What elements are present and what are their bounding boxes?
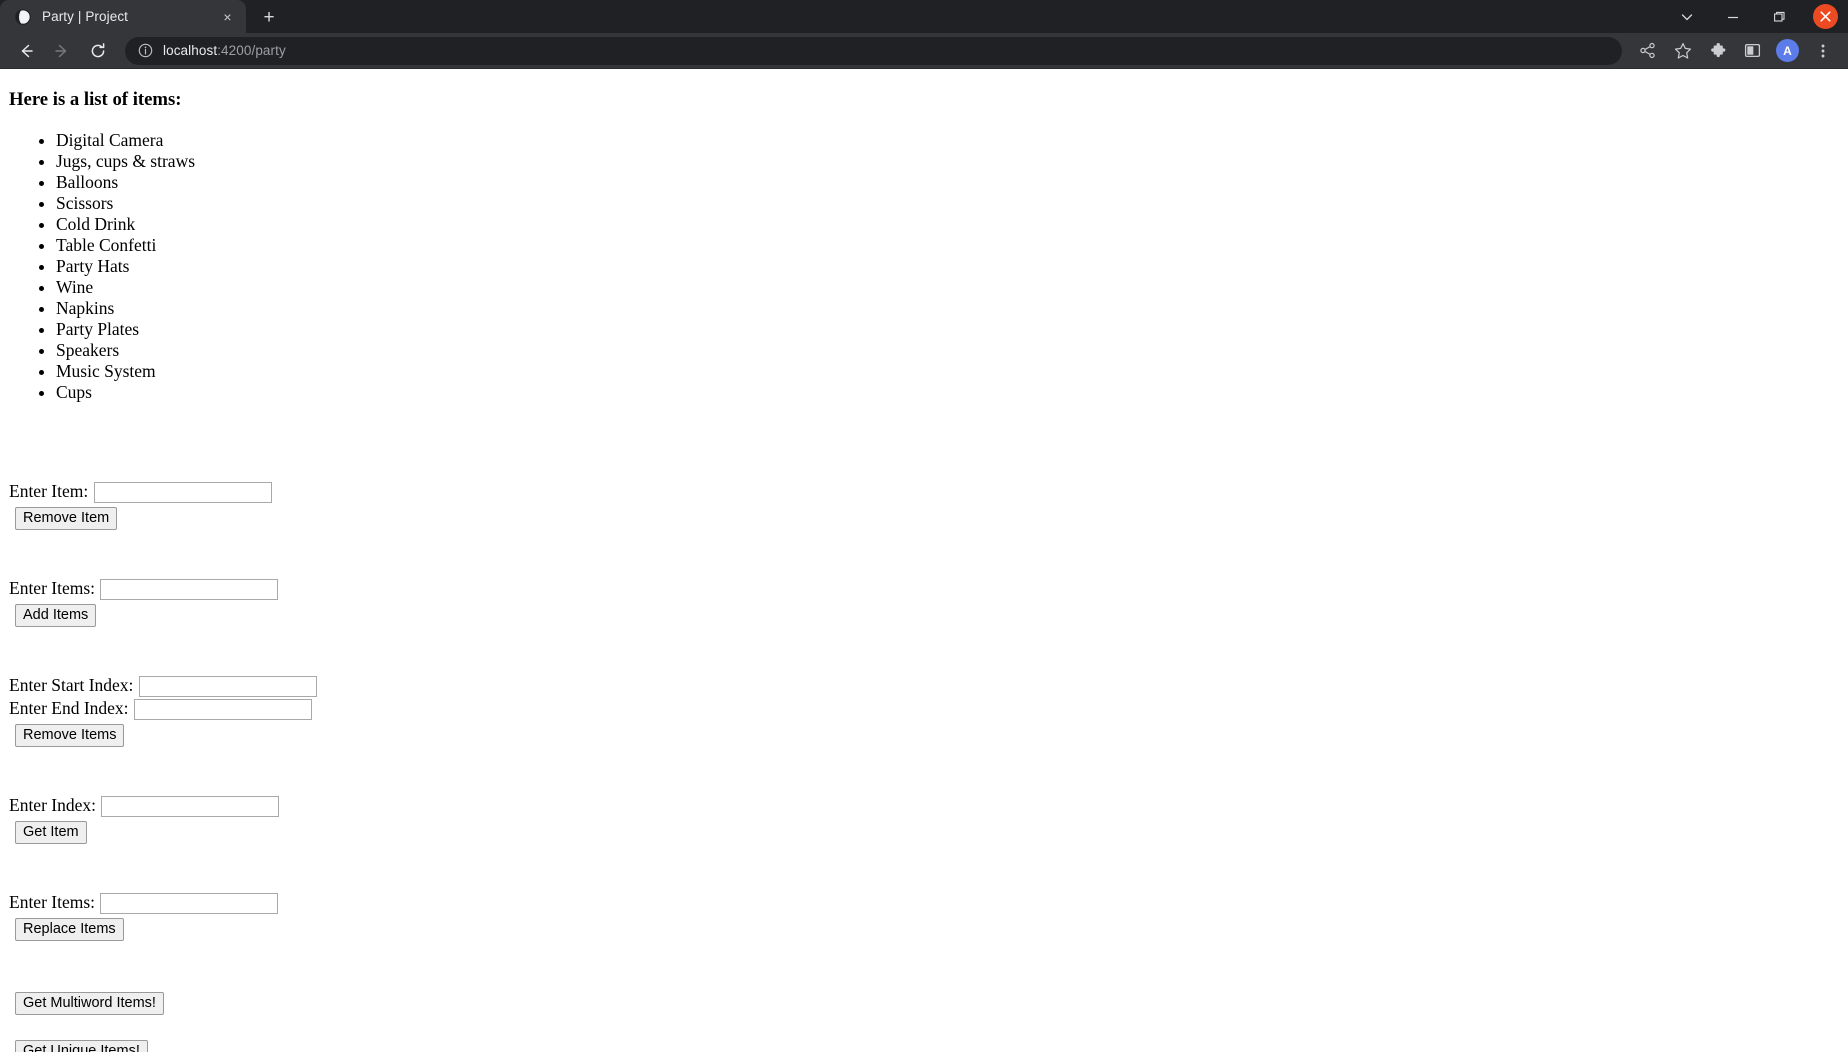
list-item: Wine: [56, 277, 1839, 298]
add-items-button[interactable]: Add Items: [15, 603, 97, 627]
globe-icon: [14, 8, 31, 25]
start-index-label: Enter Start Index:: [9, 674, 134, 695]
side-panel-icon[interactable]: [1737, 35, 1768, 66]
site-info-icon[interactable]: [137, 43, 153, 59]
list-item: Party Hats: [56, 256, 1839, 277]
list-item: Speakers: [56, 340, 1839, 361]
replace-items-label: Enter Items:: [9, 891, 96, 912]
get-item-input[interactable]: [101, 795, 280, 817]
bookmark-star-icon[interactable]: [1667, 35, 1698, 66]
get-item-form: Enter Index: Get Item: [9, 794, 1839, 844]
address-bar-path: :4200/party: [217, 43, 286, 58]
address-bar-url: localhost:4200/party: [163, 43, 286, 58]
browser-menu-icon[interactable]: [1807, 35, 1838, 66]
extensions-puzzle-icon[interactable]: [1702, 35, 1733, 66]
remove-item-label: Enter Item:: [9, 480, 89, 501]
minimize-icon[interactable]: [1710, 0, 1756, 33]
list-item: Music System: [56, 361, 1839, 382]
page-title: Here is a list of items:: [9, 88, 182, 110]
tab-title: Party | Project: [42, 8, 129, 24]
replace-items-button[interactable]: Replace Items: [15, 917, 124, 941]
profile-avatar[interactable]: A: [1772, 35, 1803, 66]
list-item: Cold Drink: [56, 214, 1839, 235]
replace-items-form: Enter Items: Replace Items: [9, 891, 1839, 941]
new-tab-button[interactable]: +: [252, 2, 286, 32]
end-index-label: Enter End Index:: [9, 697, 129, 718]
get-multiword-items-button[interactable]: Get Multiword Items!: [15, 991, 164, 1015]
add-items-form: Enter Items: Add Items: [9, 577, 1839, 627]
window-close-button[interactable]: [1802, 0, 1848, 33]
replace-items-row: Enter Items:: [9, 891, 1839, 914]
remove-item-form: Enter Item: Remove Item: [9, 480, 1839, 530]
remove-item-button[interactable]: Remove Item: [15, 506, 118, 530]
address-bar-host: localhost: [163, 43, 218, 58]
end-index-row: Enter End Index:: [9, 697, 1839, 720]
browser-window: Party | Project × + localhost:4200/party…: [0, 0, 1848, 1052]
add-items-input[interactable]: [100, 578, 279, 600]
back-icon[interactable]: [11, 36, 41, 66]
maximize-icon[interactable]: [1756, 0, 1802, 33]
page-viewport: Here is a list of items: Digital Camera …: [0, 69, 1848, 1052]
add-items-label: Enter Items:: [9, 577, 96, 598]
remove-item-row: Enter Item:: [9, 480, 1839, 503]
get-item-button[interactable]: Get Item: [15, 820, 87, 844]
tab-close-icon[interactable]: ×: [218, 7, 237, 26]
get-unique-items-button[interactable]: Get Unique Items!: [15, 1039, 148, 1052]
browser-tab-party-project[interactable]: Party | Project ×: [0, 0, 246, 33]
list-item: Jugs, cups & straws: [56, 151, 1839, 172]
unique-items-block: Get Unique Items!: [9, 1036, 1839, 1052]
address-bar[interactable]: localhost:4200/party: [125, 36, 1622, 65]
start-index-input[interactable]: [138, 675, 317, 697]
items-list: Digital Camera Jugs, cups & straws Ballo…: [9, 130, 1839, 403]
end-index-input[interactable]: [133, 698, 312, 720]
toolbar-actions: A: [1630, 35, 1840, 66]
party-items-page: Here is a list of items: Digital Camera …: [0, 89, 1848, 1052]
remove-items-button[interactable]: Remove Items: [15, 723, 125, 747]
tab-strip: Party | Project × +: [0, 0, 1848, 33]
close-icon: [1812, 4, 1838, 29]
browser-toolbar: localhost:4200/party A: [0, 33, 1848, 69]
list-item: Napkins: [56, 298, 1839, 319]
list-item: Party Plates: [56, 319, 1839, 340]
replace-items-input[interactable]: [100, 892, 279, 914]
get-item-label: Enter Index:: [9, 794, 96, 815]
list-item: Balloons: [56, 172, 1839, 193]
start-index-row: Enter Start Index:: [9, 674, 1839, 697]
list-item: Table Confetti: [56, 235, 1839, 256]
avatar-initial: A: [1776, 39, 1799, 62]
list-all-tabs-icon[interactable]: [1664, 0, 1710, 33]
remove-item-input[interactable]: [93, 481, 272, 503]
list-item: Cups: [56, 382, 1839, 403]
window-controls: [1664, 0, 1848, 33]
share-icon[interactable]: [1632, 35, 1663, 66]
list-item: Scissors: [56, 193, 1839, 214]
reload-icon[interactable]: [83, 36, 113, 66]
list-item: Digital Camera: [56, 130, 1839, 151]
forward-icon: [47, 36, 77, 66]
remove-range-form: Enter Start Index: Enter End Index: Remo…: [9, 674, 1839, 747]
get-item-row: Enter Index:: [9, 794, 1839, 817]
add-items-row: Enter Items:: [9, 577, 1839, 600]
multiword-items-block: Get Multiword Items!: [9, 988, 1839, 1015]
